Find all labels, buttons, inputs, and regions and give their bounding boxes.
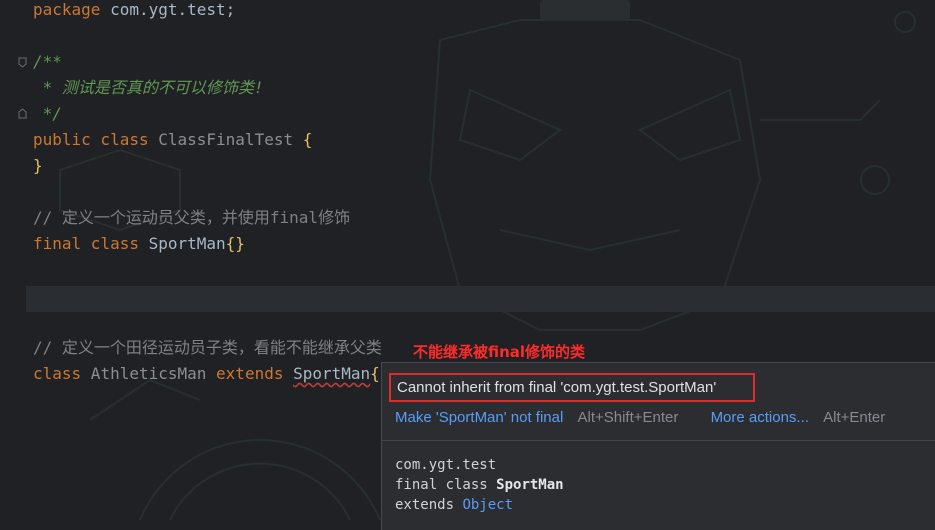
code-line[interactable]: // 定义一个运动员父类，并使用final修饰 [33,205,935,231]
code-line[interactable] [33,23,935,49]
comment: // 定义一个田径运动员子类，看能不能继承父类 [33,338,382,357]
keyword: package [33,0,101,19]
code-line[interactable]: package com.ygt.test; [33,0,935,23]
code-line[interactable]: public class ClassFinalTest { [33,127,935,153]
javadoc: */ [33,104,62,123]
code-line[interactable]: } [33,153,935,179]
quick-fix-shortcut: Alt+Shift+Enter [577,409,679,426]
keyword: class [33,364,82,383]
doc-decl-prefix: final class [395,477,497,493]
code-line[interactable]: */ [33,101,935,127]
keyword: class [90,130,159,149]
error-reference[interactable]: SportMan [293,364,370,383]
package-name: com.ygt.test; [100,0,236,19]
code-line[interactable] [33,179,935,205]
brace: } [33,156,43,175]
class-name[interactable]: SportMan [149,234,226,253]
more-actions-shortcut: Alt+Enter [823,409,886,426]
make-not-final-link[interactable]: Make 'SportMan' not final [395,409,563,426]
code-line[interactable]: /** [33,49,935,75]
code-line[interactable]: * 测试是否真的不可以修饰类! [33,75,935,101]
quick-doc: com.ygt.test final class SportMan extend… [395,455,564,515]
keyword: final [33,234,82,253]
javadoc: /** [33,52,62,71]
code-line[interactable] [33,257,935,283]
keyword: class [81,234,149,253]
more-actions-link[interactable]: More actions... [711,409,809,426]
comment: // 定义一个运动员父类，并使用final修饰 [33,208,351,227]
code-line[interactable] [33,309,935,335]
class-name[interactable]: ClassFinalTest [158,130,293,149]
doc-extends: extends Object [395,495,564,515]
code-line[interactable] [33,283,935,309]
annotation-label: 不能继承被final修饰的类 [413,343,586,361]
brace: {} [225,234,245,253]
fold-marker-icon[interactable] [18,108,27,119]
code-line[interactable]: final class SportMan{} [33,231,935,257]
doc-decl-name: SportMan [496,477,564,493]
keyword: public [33,130,91,149]
error-message: Cannot inherit from final 'com.ygt.test.… [389,373,755,402]
class-name[interactable]: AthleticsMan [81,364,207,383]
keyword: extends [206,364,294,383]
doc-declaration: final class SportMan [395,475,564,495]
fold-marker-icon[interactable] [18,57,27,68]
doc-extends-prefix: extends [395,497,463,513]
quick-fix-row: Make 'SportMan' not final Alt+Shift+Ente… [395,407,885,429]
doc-package: com.ygt.test [395,457,497,473]
object-link[interactable]: Object [462,497,513,513]
error-popup[interactable]: Cannot inherit from final 'com.ygt.test.… [381,362,935,530]
editor-gutter [0,0,27,530]
code-editor[interactable]: package com.ygt.test; /** * 测试是否真的不可以修饰类… [33,0,935,387]
popup-divider [382,440,935,441]
brace: { [293,130,313,149]
javadoc: * 测试是否真的不可以修饰类! [33,78,264,97]
